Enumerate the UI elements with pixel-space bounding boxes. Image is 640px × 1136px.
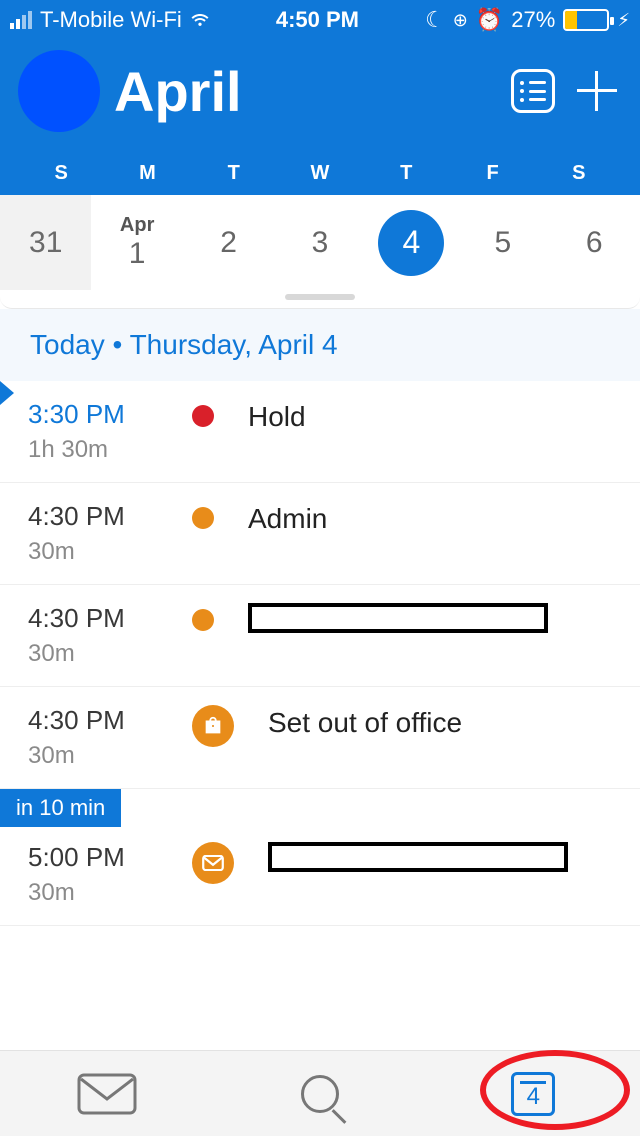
date-number: 1 (129, 237, 146, 271)
category-dot-icon (192, 405, 214, 427)
event-title: Set out of office (268, 707, 462, 739)
nav-mail[interactable] (0, 1051, 213, 1136)
week-strip[interactable]: 31 Apr1 2 3 4 5 6 (0, 195, 640, 309)
event-row[interactable]: 4:30 PM 30m (0, 585, 640, 687)
event-list[interactable]: 3:30 PM 1h 30m Hold 4:30 PM 30m Admin 4:… (0, 381, 640, 926)
list-view-icon (511, 69, 555, 113)
event-title: Admin (248, 503, 327, 535)
month-label[interactable]: April (114, 59, 494, 124)
date-cell[interactable]: 6 (549, 195, 640, 290)
mail-icon (77, 1073, 137, 1115)
date-number: 3 (312, 226, 329, 260)
date-number: 4 (402, 224, 420, 261)
event-time: 4:30 PM (28, 501, 158, 532)
briefcase-icon (192, 705, 234, 747)
weekday: S (18, 162, 104, 185)
nav-search[interactable] (213, 1051, 426, 1136)
date-number: 5 (494, 226, 511, 260)
status-bar: T-Mobile Wi-Fi 4:50 PM ☾ ⊕ ⏰ 27% ⚡︎ (0, 0, 640, 40)
event-title-redacted (268, 842, 568, 872)
date-month-label: Apr (120, 214, 154, 237)
mail-icon (192, 842, 234, 884)
weekday-header: S M T W T F S (18, 162, 622, 195)
event-row[interactable]: 3:30 PM 1h 30m Hold (0, 381, 640, 483)
calendar-header: April S M T W T F S (0, 40, 640, 195)
current-time-marker-icon (0, 381, 14, 405)
avatar[interactable] (18, 50, 100, 132)
date-number: 2 (220, 226, 237, 260)
wifi-icon (190, 13, 210, 27)
event-time: 5:00 PM (28, 842, 158, 873)
event-duration: 1h 30m (28, 436, 158, 464)
event-duration: 30m (28, 538, 158, 566)
view-mode-button[interactable] (508, 66, 558, 116)
date-cell[interactable]: 2 (183, 195, 274, 290)
weekday: F (449, 162, 535, 185)
carrier-label: T-Mobile Wi-Fi (40, 7, 182, 33)
event-time: 4:30 PM (28, 603, 158, 634)
event-time: 4:30 PM (28, 705, 158, 736)
event-row[interactable]: in 10 min 5:00 PM 30m (0, 824, 640, 926)
day-header: Today • Thursday, April 4 (0, 309, 640, 381)
event-duration: 30m (28, 742, 158, 770)
battery-percent: 27% (511, 7, 555, 33)
cellular-signal-icon (10, 11, 32, 29)
date-cell-selected[interactable]: 4 (366, 195, 457, 290)
drag-handle[interactable] (285, 294, 355, 300)
lock-rotation-icon: ⊕ (453, 10, 468, 31)
date-number: 31 (29, 226, 62, 260)
event-title-redacted (248, 603, 548, 633)
weekday: T (363, 162, 449, 185)
event-row[interactable]: 4:30 PM 30m Set out of office (0, 687, 640, 789)
upcoming-badge: in 10 min (0, 789, 121, 827)
plus-icon (577, 71, 617, 111)
add-event-button[interactable] (572, 66, 622, 116)
event-title: Hold (248, 401, 306, 433)
date-cell[interactable]: 3 (274, 195, 365, 290)
event-time: 3:30 PM (28, 399, 158, 430)
alarm-icon: ⏰ (476, 7, 503, 33)
battery-icon (563, 9, 609, 31)
date-number: 6 (586, 226, 603, 260)
weekday: T (191, 162, 277, 185)
category-dot-icon (192, 609, 214, 631)
weekday: M (104, 162, 190, 185)
date-cell[interactable]: Apr1 (91, 195, 182, 290)
weekday: W (277, 162, 363, 185)
calendar-icon-day: 4 (527, 1083, 540, 1111)
charging-icon: ⚡︎ (617, 10, 630, 31)
nav-calendar[interactable]: 4 (427, 1051, 640, 1136)
event-duration: 30m (28, 879, 158, 907)
category-dot-icon (192, 507, 214, 529)
search-icon (301, 1075, 339, 1113)
bottom-nav: 4 (0, 1050, 640, 1136)
date-cell[interactable]: 31 (0, 195, 91, 290)
status-time: 4:50 PM (276, 7, 359, 33)
weekday: S (536, 162, 622, 185)
event-duration: 30m (28, 640, 158, 668)
date-cell[interactable]: 5 (457, 195, 548, 290)
calendar-icon: 4 (511, 1072, 555, 1116)
event-row[interactable]: 4:30 PM 30m Admin (0, 483, 640, 585)
moon-icon: ☾ (425, 7, 445, 33)
